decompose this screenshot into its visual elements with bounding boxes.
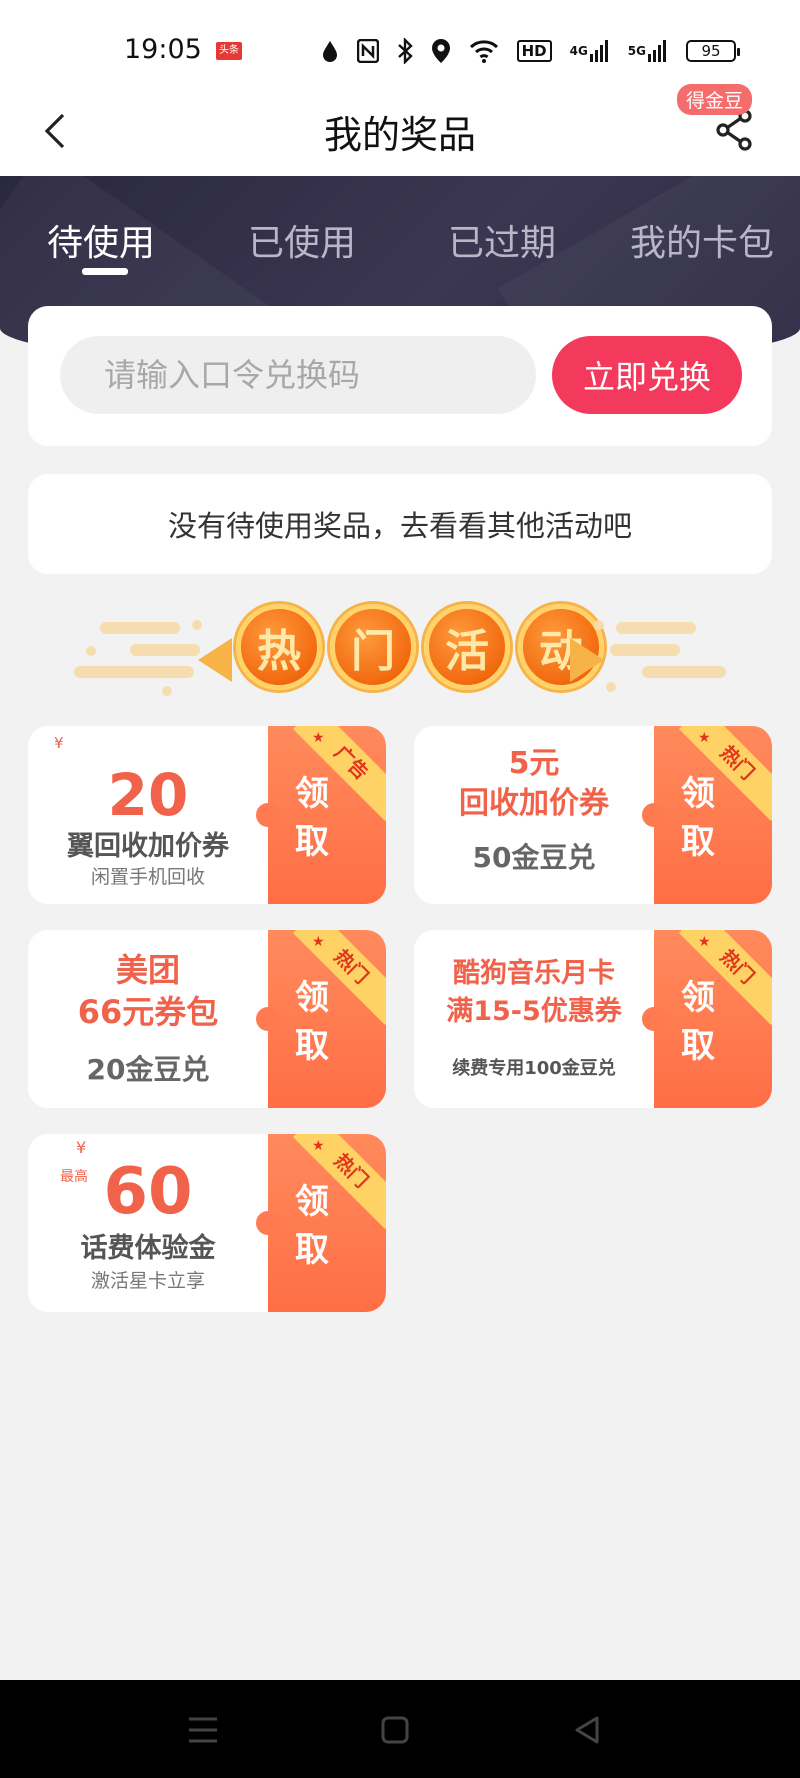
dot-decoration [86,646,96,656]
star-icon: ★ [698,934,711,950]
tab-pending[interactable]: 待使用 [47,214,155,266]
signal-5g-icon: 5G [628,40,668,62]
coupon-line2: 回收加价券 [459,786,609,821]
yen-symbol: ¥ [76,1138,87,1157]
hd-icon: HD [516,40,552,62]
coupon-line2: 66元券包 [77,993,219,1031]
redeem-button[interactable]: 立即兑换 [552,336,742,414]
menu-icon[interactable] [186,1714,220,1746]
claim-button[interactable]: 领取 [290,1178,334,1274]
activity-card-phone-credit[interactable]: ¥ 最高 60 话费体验金 激活星卡立享 热门 ★ 领取 [28,1134,386,1312]
battery-icon: 95 [686,40,740,62]
coupon-subtitle: 闲置手机回收 [90,866,205,888]
claim-button[interactable]: 领取 [290,770,334,866]
claim-area[interactable]: 热门 ★ 领取 [642,930,772,1108]
coupon-info: 5元 回收加价券 50金豆兑 [414,726,654,904]
wifi-icon [469,39,499,63]
empty-notice: 没有待使用奖品，去看看其他活动吧 [28,474,772,574]
status-time: 19:05 [124,34,202,65]
coupon-line2: 满15-5优惠券 [446,996,622,1027]
coupon-line1: 美团 [115,951,180,989]
active-tab-indicator [82,268,128,275]
back-triangle-icon[interactable] [570,1714,604,1746]
coupon-info: 酷狗音乐月卡 满15-5优惠券 续费专用100金豆兑 [414,930,654,1108]
coupon-info: ¥ 最高 60 话费体验金 激活星卡立享 [28,1134,268,1312]
coin-badge: 得金豆 [676,84,752,115]
fan-right-icon [570,638,604,682]
coupon-title: 翼回收加价券 [67,831,229,862]
dot-decoration [594,620,604,630]
coupon-amount: 20 [107,761,189,829]
status-icons: HD 4G 5G 95 [321,36,740,66]
coupon-info: ¥ 20 翼回收加价券 闲置手机回收 [28,726,268,904]
tab-expired[interactable]: 已过期 [448,214,556,266]
hot-activities-banner: 热 门 活 动 [70,600,730,700]
home-icon[interactable] [378,1714,412,1746]
redeem-card: 立即兑换 [28,306,772,446]
redeem-code-input[interactable] [60,336,536,414]
dot-decoration [606,682,616,692]
activity-card-meituan[interactable]: 美团 66元券包 20金豆兑 热门 ★ 领取 [28,930,386,1108]
claim-button[interactable]: 领取 [290,974,334,1070]
cloud-decoration [616,622,696,634]
page-title: 我的奖品 [323,113,476,157]
star-icon: ★ [698,730,711,746]
cloud-decoration [130,644,200,656]
coupon-price: 20金豆兑 [86,1053,210,1086]
claim-area[interactable]: 广告 ★ 领取 [256,726,386,904]
claim-area[interactable]: 热门 ★ 领取 [256,1134,386,1312]
cloud-decoration [100,622,180,634]
coupon-price: 50金豆兑 [472,841,596,874]
toutiao-badge-icon: 头条 [216,42,242,60]
tab-used[interactable]: 已使用 [248,214,356,266]
cloud-decoration [74,666,194,678]
coupon-line1: 酷狗音乐月卡 [453,958,615,989]
cloud-decoration [642,666,726,678]
claim-button[interactable]: 领取 [676,770,720,866]
bluetooth-icon [397,38,413,64]
coupon-subtitle: 激活星卡立享 [90,1270,205,1292]
star-icon: ★ [312,934,325,950]
location-icon [431,38,451,64]
coupon-line1: 5元 [508,746,560,781]
hot-char: 门 [330,604,416,690]
activity-card-recycle-5[interactable]: 5元 回收加价券 50金豆兑 热门 ★ 领取 [414,726,772,904]
signal-4g-icon: 4G [570,40,610,62]
hot-char: 活 [424,604,510,690]
water-drop-icon [321,39,339,63]
tab-card-wallet[interactable]: 我的卡包 [630,214,774,266]
status-bar: 19:05 头条 HD 4G 5G 95 [0,0,800,90]
claim-button[interactable]: 领取 [676,974,720,1070]
cloud-decoration [610,644,680,656]
fan-left-icon [198,638,232,682]
coupon-amount: 60 [103,1155,193,1229]
hot-char: 热 [236,604,322,690]
activity-card-kugou[interactable]: 酷狗音乐月卡 满15-5优惠券 续费专用100金豆兑 热门 ★ 领取 [414,930,772,1108]
nfc-icon [356,39,379,63]
share-button[interactable]: 得金豆 [676,84,764,160]
star-icon: ★ [312,1138,325,1154]
nav-bar: 我的奖品 得金豆 [0,84,800,176]
yen-symbol: ¥ [54,734,64,752]
claim-area[interactable]: 热门 ★ 领取 [256,930,386,1108]
coupon-info: 美团 66元券包 20金豆兑 [28,930,268,1108]
claim-area[interactable]: 热门 ★ 领取 [642,726,772,904]
coupon-price: 续费专用100金豆兑 [452,1058,616,1079]
coupon-title: 话费体验金 [80,1233,216,1264]
system-nav-bar [0,1680,800,1778]
dot-decoration [192,620,202,630]
activity-card-recycle-20[interactable]: ¥ 20 翼回收加价券 闲置手机回收 广告 ★ 领取 [28,726,386,904]
star-icon: ★ [312,730,325,746]
dot-decoration [162,686,172,696]
